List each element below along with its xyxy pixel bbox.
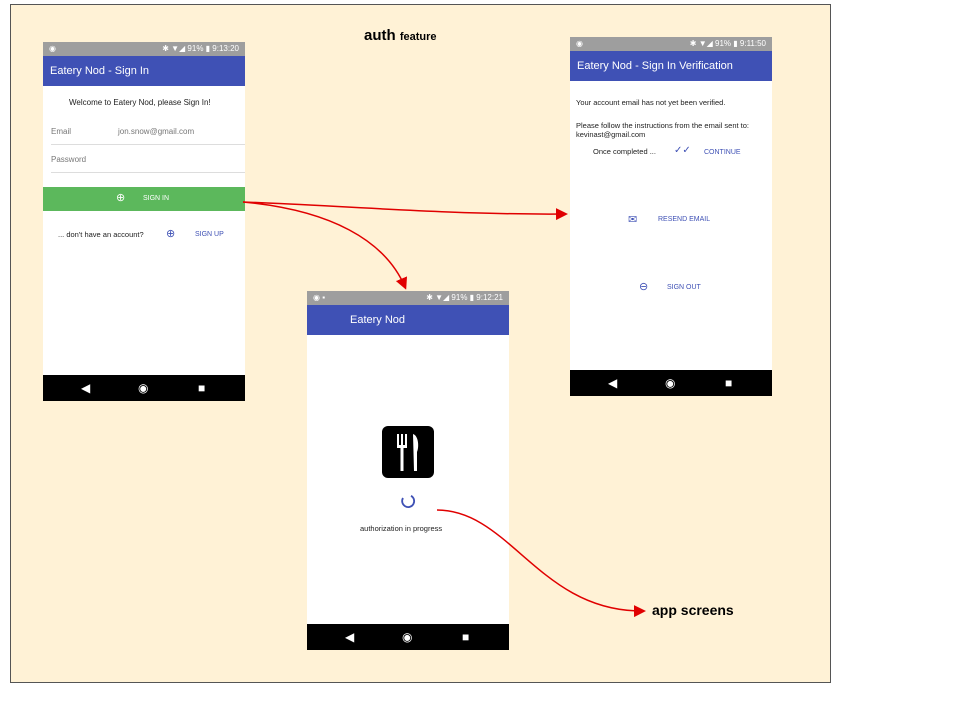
arrow-to-verification [242, 201, 568, 221]
arrow-to-progress [242, 201, 407, 290]
app-screens-label: app screens [652, 602, 734, 618]
arrow-to-app-screens [436, 509, 646, 618]
flow-arrows [242, 201, 646, 618]
